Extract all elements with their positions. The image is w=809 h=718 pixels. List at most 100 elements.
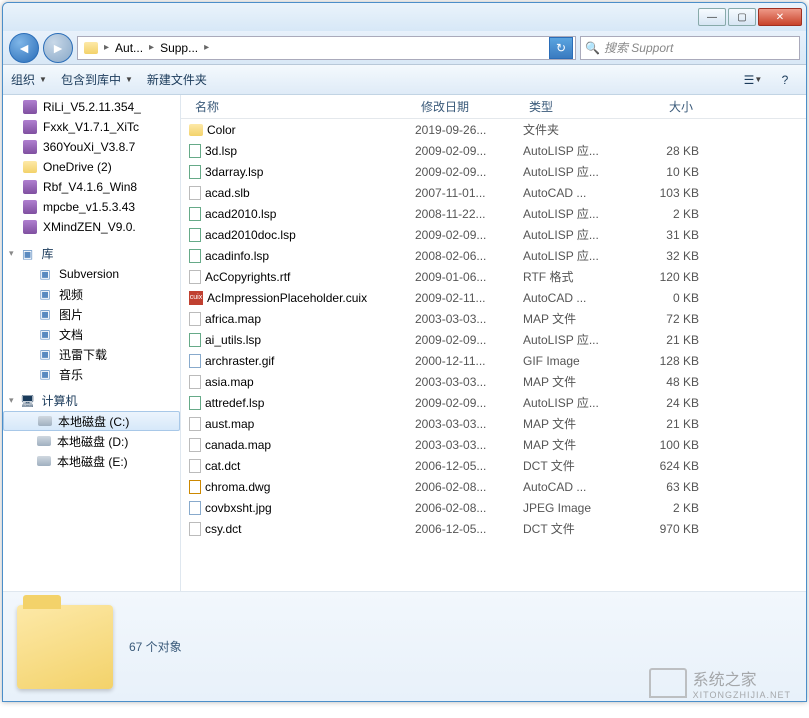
file-row[interactable]: africa.map 2003-03-03... MAP 文件 72 KB (181, 308, 806, 329)
chevron-right-icon[interactable]: ▸ (102, 42, 111, 53)
file-row[interactable]: archraster.gif 2000-12-11... GIF Image 1… (181, 350, 806, 371)
col-size[interactable]: 大小 (629, 98, 699, 115)
file-name: ai_utils.lsp (205, 333, 261, 347)
file-size: 63 KB (629, 480, 699, 494)
breadcrumb[interactable]: Supp... (156, 37, 202, 59)
sidebar-item[interactable]: ▣文档 (3, 324, 180, 344)
file-icon (189, 186, 201, 200)
file-row[interactable]: acad.slb 2007-11-01... AutoCAD ... 103 K… (181, 182, 806, 203)
file-name: archraster.gif (205, 354, 274, 368)
include-in-library-button[interactable]: 包含到库中▼ (61, 71, 133, 88)
sidebar-item-drive[interactable]: 本地磁盘 (E:) (3, 451, 180, 471)
drive-icon (37, 436, 51, 446)
maximize-button[interactable]: ▢ (728, 8, 756, 26)
file-size: 28 KB (629, 144, 699, 158)
file-size: 10 KB (629, 165, 699, 179)
list-icon: ☰ (744, 73, 755, 87)
file-type: AutoLISP 应... (523, 247, 629, 264)
file-row[interactable]: 3darray.lsp 2009-02-09... AutoLISP 应... … (181, 161, 806, 182)
sidebar-item[interactable]: Fxxk_V1.7.1_XiTc (3, 117, 180, 137)
file-date: 2009-02-09... (415, 333, 523, 347)
file-row[interactable]: covbxsht.jpg 2006-02-08... JPEG Image 2 … (181, 497, 806, 518)
col-name[interactable]: 名称 (189, 98, 415, 115)
file-row[interactable]: attredef.lsp 2009-02-09... AutoLISP 应...… (181, 392, 806, 413)
forward-button[interactable]: ► (43, 33, 73, 63)
file-name: AcImpressionPlaceholder.cuix (207, 291, 367, 305)
help-button[interactable]: ? (772, 70, 798, 90)
sidebar-group-libraries[interactable]: ▾▣库 (3, 237, 180, 264)
refresh-button[interactable]: ↻ (549, 37, 573, 59)
minimize-button[interactable]: — (698, 8, 726, 26)
new-folder-button[interactable]: 新建文件夹 (147, 71, 207, 88)
sidebar-item-label: OneDrive (2) (43, 160, 112, 174)
file-date: 2003-03-03... (415, 438, 523, 452)
sidebar-item[interactable]: ▣音乐 (3, 364, 180, 384)
chevron-right-icon[interactable]: ▸ (147, 42, 156, 53)
file-size: 2 KB (629, 207, 699, 221)
organize-button[interactable]: 组织▼ (11, 71, 47, 88)
sidebar-item-label: mpcbe_v1.5.3.43 (43, 200, 135, 214)
sidebar-item[interactable]: RiLi_V5.2.11.354_ (3, 97, 180, 117)
sidebar-item[interactable]: ▣Subversion (3, 264, 180, 284)
sidebar-item-drive[interactable]: 本地磁盘 (D:) (3, 431, 180, 451)
chevron-right-icon[interactable]: ▸ (202, 42, 211, 53)
file-row[interactable]: canada.map 2003-03-03... MAP 文件 100 KB (181, 434, 806, 455)
sidebar-item[interactable]: Rbf_V4.1.6_Win8 (3, 177, 180, 197)
file-row[interactable]: chroma.dwg 2006-02-08... AutoCAD ... 63 … (181, 476, 806, 497)
file-name: chroma.dwg (205, 480, 270, 494)
file-row[interactable]: AcCopyrights.rtf 2009-01-06... RTF 格式 12… (181, 266, 806, 287)
file-date: 2006-02-08... (415, 480, 523, 494)
dwg-file-icon (189, 480, 201, 494)
file-list[interactable]: Color 2019-09-26... 文件夹 3d.lsp 2009-02-0… (181, 119, 806, 591)
sidebar-group-computer[interactable]: ▾🖥计算机 (3, 384, 180, 411)
file-row[interactable]: 3d.lsp 2009-02-09... AutoLISP 应... 28 KB (181, 140, 806, 161)
lisp-file-icon (189, 165, 201, 179)
file-type: DCT 文件 (523, 457, 629, 474)
file-size: 128 KB (629, 354, 699, 368)
sidebar-item-label: 音乐 (59, 366, 83, 383)
file-row[interactable]: cat.dct 2006-12-05... DCT 文件 624 KB (181, 455, 806, 476)
lisp-file-icon (189, 396, 201, 410)
chevron-down-icon: ▾ (9, 395, 14, 406)
file-name: 3d.lsp (205, 144, 237, 158)
file-type: AutoLISP 应... (523, 226, 629, 243)
sidebar-item[interactable]: 360YouXi_V3.8.7 (3, 137, 180, 157)
file-row[interactable]: acad2010doc.lsp 2009-02-09... AutoLISP 应… (181, 224, 806, 245)
drive-icon (37, 456, 51, 466)
file-date: 2009-02-09... (415, 228, 523, 242)
file-row[interactable]: cuixAcImpressionPlaceholder.cuix 2009-02… (181, 287, 806, 308)
breadcrumb[interactable]: Aut... (111, 37, 147, 59)
sidebar-item[interactable]: mpcbe_v1.5.3.43 (3, 197, 180, 217)
file-row[interactable]: Color 2019-09-26... 文件夹 (181, 119, 806, 140)
file-row[interactable]: acadinfo.lsp 2008-02-06... AutoLISP 应...… (181, 245, 806, 266)
sidebar-item-drive[interactable]: 本地磁盘 (C:) (3, 411, 180, 431)
sidebar-item[interactable]: ▣视频 (3, 284, 180, 304)
watermark: 系统之家 XITONGZHIJIA.NET (649, 666, 791, 700)
file-date: 2003-03-03... (415, 417, 523, 431)
back-button[interactable]: ◄ (9, 33, 39, 63)
file-row[interactable]: acad2010.lsp 2008-11-22... AutoLISP 应...… (181, 203, 806, 224)
file-row[interactable]: asia.map 2003-03-03... MAP 文件 48 KB (181, 371, 806, 392)
file-size: 120 KB (629, 270, 699, 284)
file-row[interactable]: csy.dct 2006-12-05... DCT 文件 970 KB (181, 518, 806, 539)
file-size: 32 KB (629, 249, 699, 263)
view-options-button[interactable]: ☰▼ (740, 70, 766, 90)
search-input[interactable]: 🔍 搜索 Support (580, 36, 800, 60)
file-row[interactable]: ai_utils.lsp 2009-02-09... AutoLISP 应...… (181, 329, 806, 350)
col-date[interactable]: 修改日期 (415, 98, 523, 115)
file-name: csy.dct (205, 522, 241, 536)
sidebar-item[interactable]: XMindZEN_V9.0. (3, 217, 180, 237)
sidebar-item[interactable]: ▣图片 (3, 304, 180, 324)
file-row[interactable]: aust.map 2003-03-03... MAP 文件 21 KB (181, 413, 806, 434)
file-size: 100 KB (629, 438, 699, 452)
close-button[interactable]: ✕ (758, 8, 802, 26)
sidebar-item-label: Rbf_V4.1.6_Win8 (43, 180, 137, 194)
chevron-down-icon: ▼ (125, 75, 133, 84)
explorer-window: — ▢ ✕ ◄ ► ▸ Aut... ▸ Supp... ▸ ↻ 🔍 搜索 Su… (2, 2, 807, 702)
address-bar[interactable]: ▸ Aut... ▸ Supp... ▸ ↻ (77, 36, 576, 60)
col-type[interactable]: 类型 (523, 98, 629, 115)
sidebar-item[interactable]: ▣迅雷下载 (3, 344, 180, 364)
file-size: 72 KB (629, 312, 699, 326)
cuix-file-icon: cuix (189, 291, 203, 305)
sidebar-item[interactable]: OneDrive (2) (3, 157, 180, 177)
